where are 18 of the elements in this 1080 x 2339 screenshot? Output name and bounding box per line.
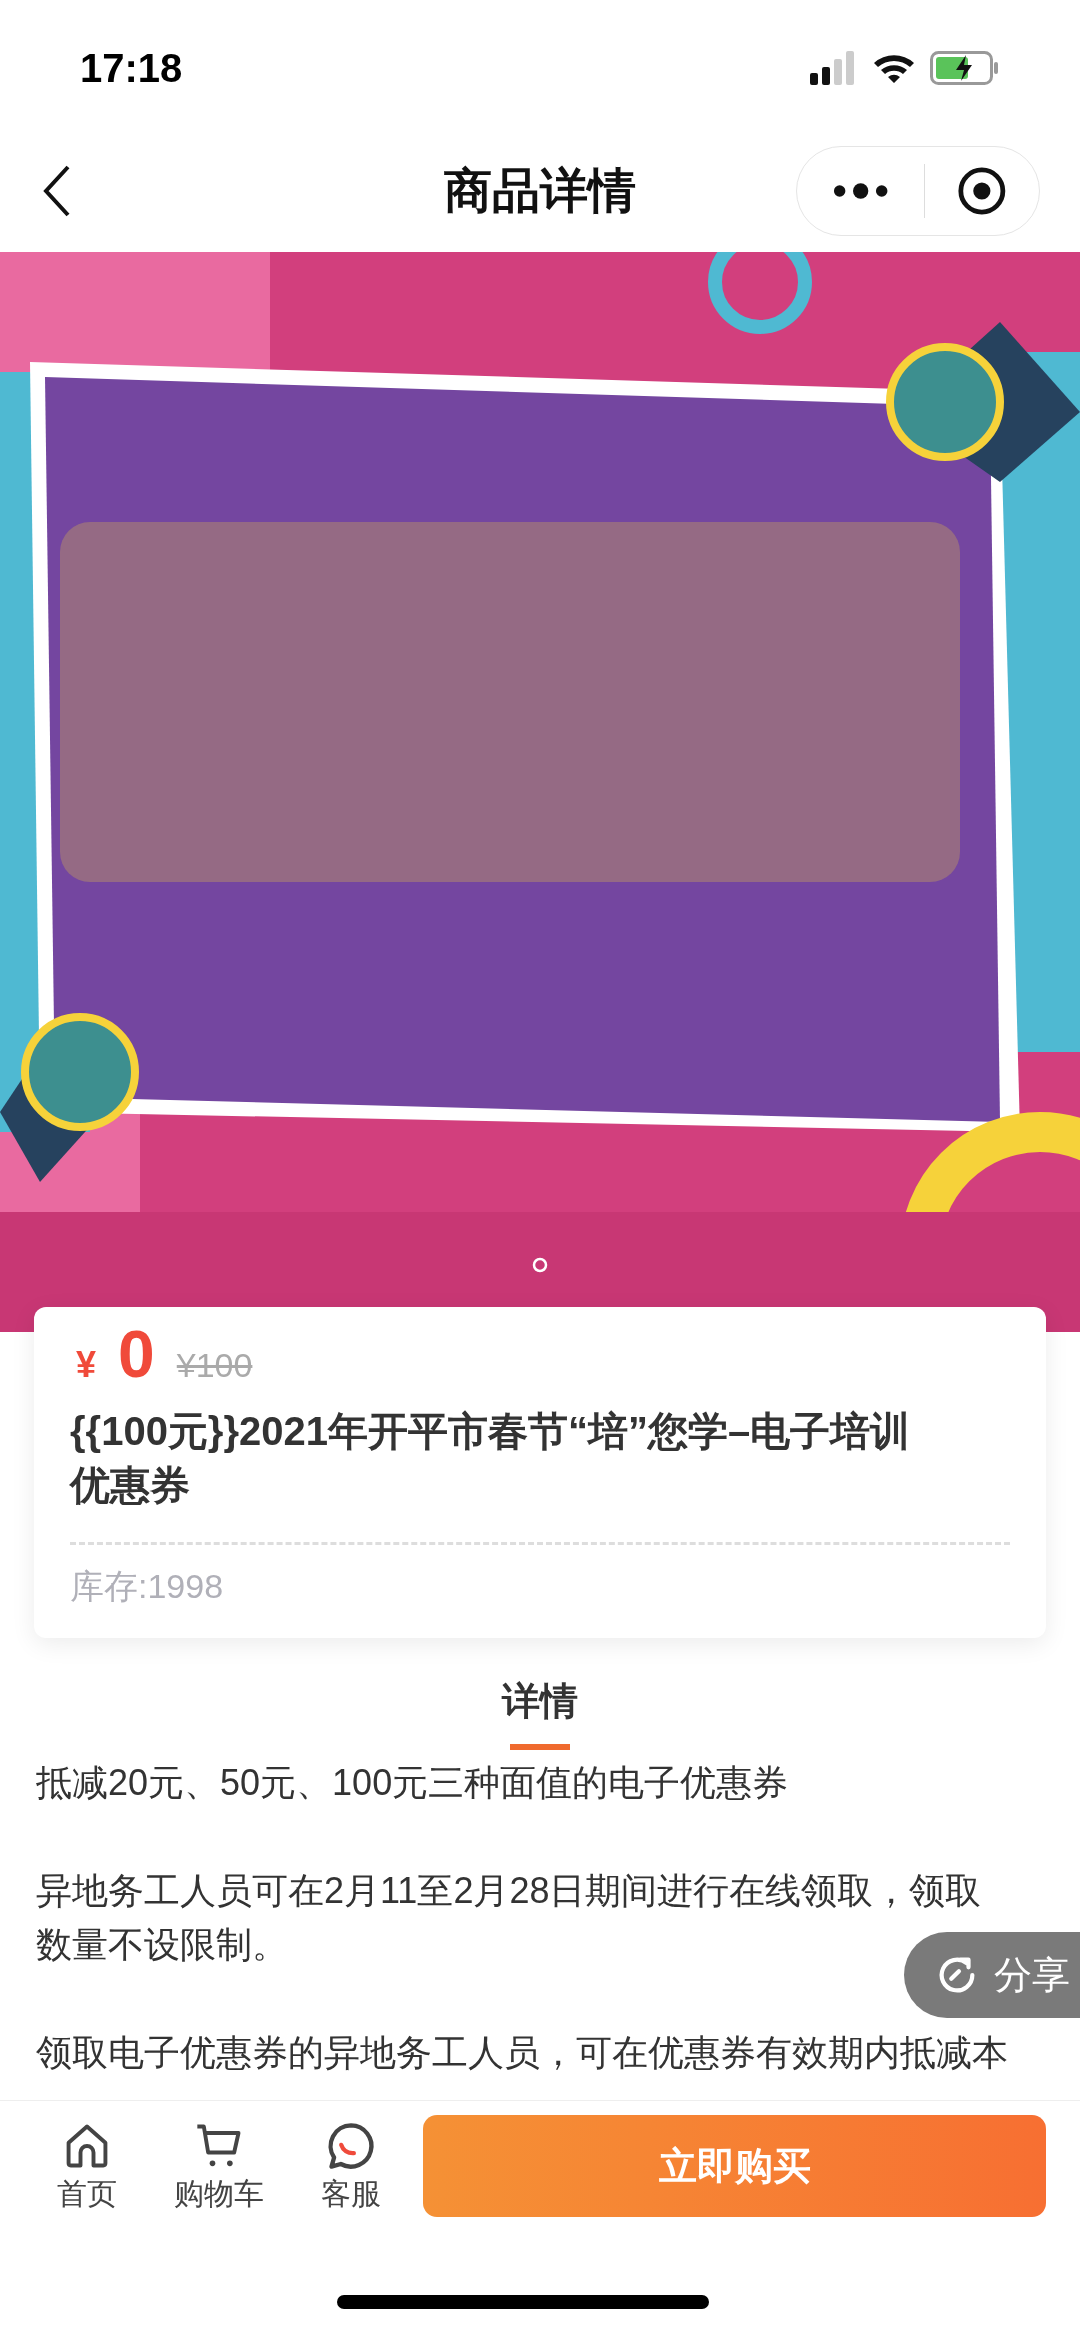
tab-bar-item[interactable]: 首页 bbox=[28, 2120, 146, 2212]
status-time: 17:18 bbox=[80, 44, 183, 92]
close-icon[interactable] bbox=[957, 165, 1007, 217]
currency-symbol: ¥ bbox=[76, 1343, 97, 1387]
tab-bar-item[interactable]: 购物车 bbox=[159, 2120, 278, 2212]
more-icon[interactable] bbox=[832, 181, 890, 201]
page-title: 商品详情 bbox=[444, 163, 636, 219]
price: 0 bbox=[118, 1321, 155, 1387]
battery-icon bbox=[930, 50, 1000, 85]
stock-count: 库存:1998 bbox=[70, 1566, 225, 1607]
detail-tab[interactable]: 详情 bbox=[502, 1676, 578, 1750]
carousel-dot-icon bbox=[532, 1257, 548, 1273]
share-button[interactable]: 分享 bbox=[904, 1932, 1080, 2018]
description-paragraph: 领取电子优惠券的异地务工人员，可在优惠券有效期内抵减本 bbox=[36, 2031, 1009, 2075]
description-paragraph: 抵减20元、50元、100元三种面值的电子优惠券 bbox=[36, 1761, 790, 1805]
original-price: ¥100 bbox=[176, 1345, 253, 1386]
tab-bar-item[interactable]: 客服 bbox=[291, 2120, 410, 2212]
product-title: {{100元}}2021年开平市春节“培”您学–电子培训优惠券 bbox=[70, 1408, 912, 1509]
